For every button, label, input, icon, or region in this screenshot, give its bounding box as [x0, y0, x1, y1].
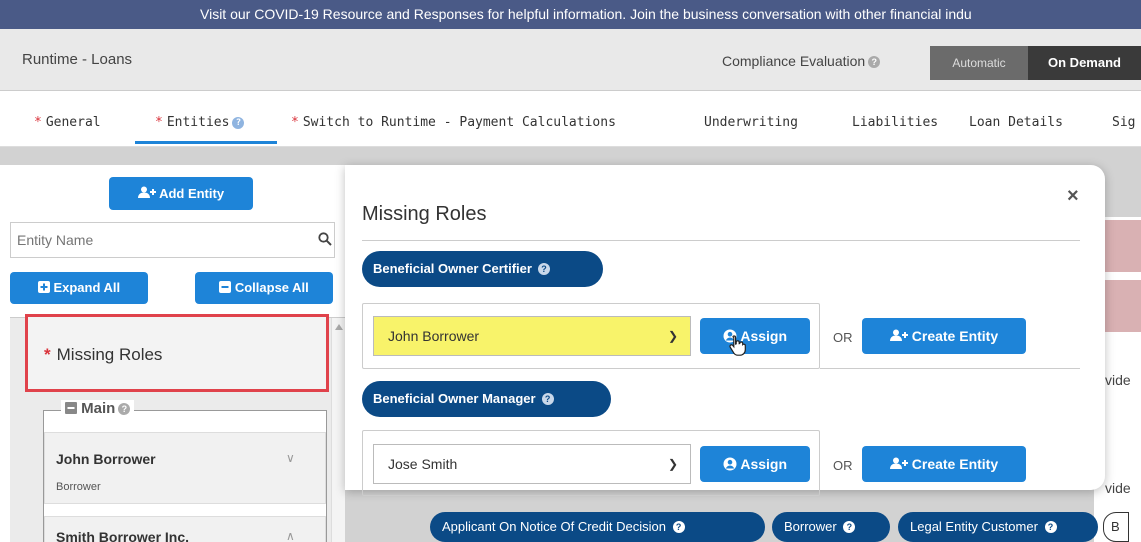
- selected-entity: Jose Smith: [388, 456, 458, 472]
- banner-text: Visit our COVID-19 Resource and Response…: [200, 6, 972, 22]
- modal-title: Missing Roles: [362, 203, 487, 225]
- create-entity-label: Create Entity: [911, 456, 999, 472]
- background-alert: [1102, 280, 1141, 332]
- role-pill-label: Legal Entity Customer: [910, 519, 1038, 534]
- add-entity-label: Add Entity: [159, 186, 225, 201]
- role-badge-manager: Beneficial Owner Manager?: [362, 381, 611, 417]
- app-header: Runtime - Loans Compliance Evaluation? A…: [0, 29, 1141, 91]
- tab-general[interactable]: * General: [34, 115, 101, 130]
- help-icon[interactable]: ?: [1044, 521, 1057, 533]
- hand-cursor-icon: [728, 334, 748, 356]
- help-icon[interactable]: ?: [118, 403, 131, 415]
- add-entity-button[interactable]: Add Entity: [109, 177, 253, 210]
- entity-name: Smith Borrower Inc.: [56, 529, 190, 542]
- divider: [820, 368, 1080, 369]
- required-marker: *: [291, 115, 299, 130]
- help-icon[interactable]: ?: [843, 521, 856, 533]
- assign-button[interactable]: Assign: [700, 446, 810, 482]
- assign-button[interactable]: Assign: [700, 318, 810, 354]
- tab-label: Switch to Runtime - Payment Calculations: [302, 115, 616, 130]
- required-marker: *: [155, 115, 163, 130]
- chevron-down-icon[interactable]: ❯: [668, 445, 678, 483]
- scroll-up-icon[interactable]: [335, 324, 343, 330]
- role-badge-certifier: Beneficial Owner Certifier?: [362, 251, 603, 287]
- tab-liabilities[interactable]: Liabilities: [852, 115, 938, 130]
- missing-roles-node[interactable]: * Missing Roles: [25, 314, 329, 392]
- group-label: Main: [81, 400, 116, 417]
- tree-scrollbar[interactable]: [331, 318, 345, 542]
- collapse-all-label: Collapse All: [234, 280, 309, 295]
- role-pill: B: [1103, 512, 1129, 542]
- entity-select[interactable]: John Borrower ❯: [373, 316, 691, 356]
- add-user-icon: [137, 186, 159, 201]
- help-icon[interactable]: ?: [868, 56, 881, 68]
- create-entity-label: Create Entity: [911, 328, 999, 344]
- compliance-evaluation: Compliance Evaluation?: [722, 53, 881, 69]
- mode-on-demand-button[interactable]: On Demand: [1028, 46, 1141, 80]
- tab-entities[interactable]: * Entities?: [155, 115, 245, 130]
- chevron-down-icon[interactable]: ∨: [286, 451, 295, 465]
- active-tab-indicator: [135, 141, 277, 144]
- help-icon[interactable]: ?: [541, 393, 554, 405]
- create-entity-button[interactable]: Create Entity: [862, 318, 1026, 354]
- add-user-icon: [889, 456, 912, 472]
- entity-card[interactable]: Smith Borrower Inc. ∧: [44, 516, 326, 542]
- help-icon[interactable]: ?: [672, 521, 685, 533]
- tab-label: Entities: [166, 115, 230, 130]
- role-assign-row: John Borrower ❯ Assign: [362, 303, 820, 369]
- selected-entity: John Borrower: [388, 328, 480, 344]
- entity-name: John Borrower: [56, 451, 156, 467]
- role-pill: Legal Entity Customer ?: [898, 512, 1098, 542]
- chevron-up-icon[interactable]: ∧: [286, 529, 295, 542]
- search-icon[interactable]: [318, 232, 332, 246]
- entity-card[interactable]: John Borrower Borrower ∨: [44, 432, 326, 504]
- or-separator: OR: [833, 458, 853, 473]
- background-alert: [1102, 220, 1141, 272]
- add-user-icon: [889, 328, 912, 344]
- entity-role: Borrower: [56, 481, 101, 493]
- background-text: vide: [1105, 372, 1131, 388]
- expand-all-label: Expand All: [53, 280, 121, 295]
- tab-bar: * General * Entities? * Switch to Runtime -…: [0, 91, 1141, 147]
- required-marker: *: [34, 115, 42, 130]
- role-label: Beneficial Owner Manager: [373, 391, 536, 406]
- assign-label: Assign: [740, 456, 788, 472]
- mode-automatic-button[interactable]: Automatic: [930, 46, 1028, 80]
- role-pill-label: Borrower: [784, 519, 837, 534]
- tab-truncated[interactable]: Sig: [1112, 115, 1135, 130]
- tab-label: General: [45, 115, 101, 130]
- minus-square-icon: [219, 280, 235, 295]
- entity-search-input[interactable]: [10, 222, 335, 258]
- or-separator: OR: [833, 330, 853, 345]
- create-entity-button[interactable]: Create Entity: [862, 446, 1026, 482]
- entity-select[interactable]: Jose Smith ❯: [373, 444, 691, 484]
- tab-underwriting[interactable]: Underwriting: [704, 115, 798, 130]
- missing-roles-text: * Missing Roles: [44, 345, 162, 365]
- divider: [362, 240, 1080, 241]
- group-header[interactable]: Main?: [61, 400, 135, 417]
- expand-all-button[interactable]: Expand All: [10, 272, 148, 304]
- required-marker: *: [44, 345, 51, 364]
- tab-loan-details[interactable]: Loan Details: [969, 115, 1063, 130]
- plus-square-icon: [37, 280, 54, 295]
- help-icon[interactable]: ?: [232, 117, 245, 129]
- role-pill: Borrower ?: [772, 512, 890, 542]
- app-title: Runtime - Loans: [22, 51, 133, 68]
- covid-banner[interactable]: Visit our COVID-19 Resource and Response…: [0, 0, 1141, 29]
- missing-roles-modal: Missing Roles × Beneficial Owner Certifi…: [345, 165, 1105, 496]
- role-pill-label: Applicant On Notice Of Credit Decision: [442, 519, 666, 534]
- role-pill: Applicant On Notice Of Credit Decision ?: [430, 512, 765, 542]
- background-text: vide: [1105, 480, 1131, 496]
- help-icon[interactable]: ?: [537, 263, 550, 275]
- user-circle-icon: [723, 456, 740, 472]
- tab-payment-calculations[interactable]: * Switch to Runtime - Payment Calculation…: [291, 115, 616, 130]
- missing-roles-label: Missing Roles: [56, 345, 163, 364]
- collapse-all-button[interactable]: Collapse All: [195, 272, 333, 304]
- close-icon[interactable]: ×: [1067, 185, 1079, 208]
- role-label: Beneficial Owner Certifier: [373, 261, 532, 276]
- compliance-label: Compliance Evaluation: [722, 53, 866, 69]
- minus-square-icon[interactable]: [65, 400, 81, 417]
- role-assign-row: Jose Smith ❯ Assign: [362, 430, 820, 496]
- chevron-down-icon[interactable]: ❯: [668, 317, 678, 355]
